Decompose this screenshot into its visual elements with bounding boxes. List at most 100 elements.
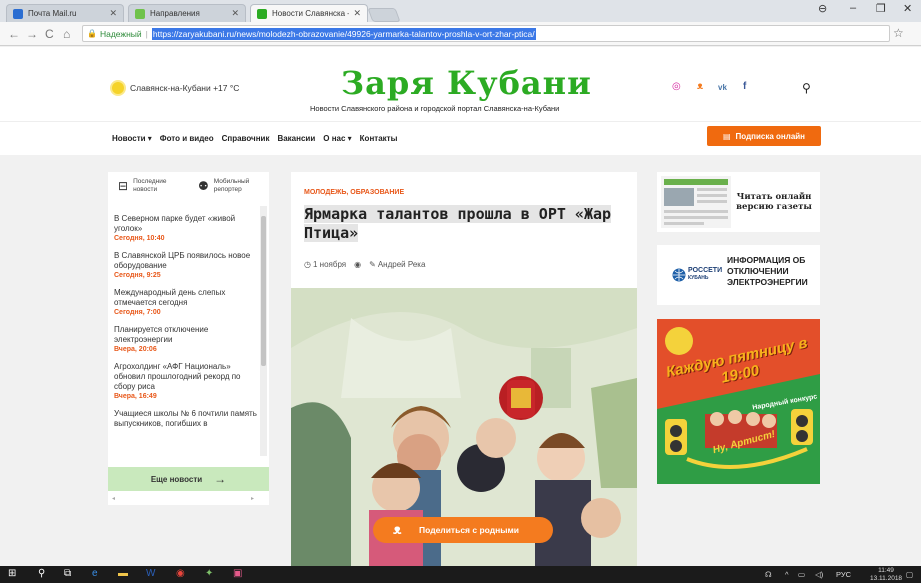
list-item[interactable]: Агрохолдинг «АФГ Националь» обновил прош… xyxy=(114,362,262,400)
odnoklassniki-icon[interactable]: ᴥ xyxy=(697,81,703,92)
tab-mobile-reporter[interactable]: ⚉ Мобильный репортер xyxy=(198,178,259,194)
rosseti-banner[interactable]: РОССЕТИ КУБАНЬ ИНФОРМАЦИЯ ОБ ОТКЛЮЧЕНИИ … xyxy=(657,245,820,305)
site-logo[interactable]: Заря Кубани xyxy=(341,64,592,102)
volume-icon[interactable]: ◁) xyxy=(815,570,823,579)
list-item[interactable]: Учащиеся школы № 6 почтили память выпуск… xyxy=(114,409,262,429)
home-icon[interactable]: ⌂ xyxy=(63,27,70,41)
close-icon[interactable]: ✕ xyxy=(109,8,117,19)
maximize-button[interactable]: ❐ xyxy=(876,2,886,15)
network-icon[interactable]: ▭ xyxy=(798,570,805,579)
share-label: Поделиться с родными xyxy=(419,525,520,535)
forward-icon[interactable]: → xyxy=(26,27,38,41)
list-item[interactable]: Планируется отключение электроэнергии Вче… xyxy=(114,325,262,353)
read-online-banner[interactable]: Читать онлайн версию газеты xyxy=(657,172,820,232)
search-icon[interactable]: ⚲ xyxy=(38,568,45,579)
tab-mail[interactable]: Почта Mail.ru ✕ xyxy=(6,4,124,22)
close-icon[interactable]: ✕ xyxy=(353,8,361,19)
new-tab-button[interactable] xyxy=(367,8,401,22)
url-input[interactable]: 🔒 Надежный | https://zaryakubani.ru/news… xyxy=(82,25,890,42)
contest-banner[interactable]: Каждую пятницу в 19:00 Народный конкурс … xyxy=(657,319,820,484)
rosseti-logo-sub: КУБАНЬ xyxy=(688,275,709,281)
browser-tab-bar: Почта Mail.ru ✕ Направления ✕ Новости Сл… xyxy=(0,0,921,22)
tab-latest-label: Последние новости xyxy=(133,178,167,193)
article: МОЛОДЕЖЬ, ОБРАЗОВАНИЕ Ярмарка талантов п… xyxy=(291,172,637,566)
main-nav: Новости ▾ Фото и видео Справочник Ваканс… xyxy=(112,134,397,143)
news-icon: ⊟ xyxy=(118,179,129,193)
account-icon[interactable]: ⊖ xyxy=(818,2,827,15)
reload-icon[interactable]: C xyxy=(45,27,54,41)
facebook-icon[interactable]: f xyxy=(743,81,746,92)
news-time: Сегодня, 10:40 xyxy=(114,235,165,242)
taskbar: ⊞ ⚲ ⧉ e ▬ W ◉ ✦ ▣ ☊ ^ ▭ ◁) РУС 11:49 13.… xyxy=(0,566,921,583)
news-title[interactable]: В Славянской ЦРБ появилось новое оборудо… xyxy=(114,251,262,271)
file-explorer-icon[interactable]: ▬ xyxy=(118,568,128,579)
clock[interactable]: 11:49 13.11.2018 xyxy=(870,567,902,583)
tab-news[interactable]: Новости Славянска – Р ✕ xyxy=(250,4,368,22)
minimize-button[interactable]: – xyxy=(850,2,856,14)
task-view-icon[interactable]: ⧉ xyxy=(64,568,71,579)
nav-news[interactable]: Новости ▾ xyxy=(112,134,152,143)
nav-contacts[interactable]: Контакты xyxy=(360,134,398,143)
nav-photo-video[interactable]: Фото и видео xyxy=(160,134,214,143)
list-item[interactable]: В Северном парке будет «живой уголок» Сег… xyxy=(114,214,262,242)
arrow-right-icon: → xyxy=(214,472,227,486)
app-icon[interactable]: ✦ xyxy=(205,568,213,579)
media-app-icon[interactable]: ▣ xyxy=(233,568,242,579)
news-title[interactable]: В Северном парке будет «живой уголок» xyxy=(114,214,262,234)
language-indicator[interactable]: РУС xyxy=(836,570,851,579)
clock-icon: ◷ xyxy=(304,260,311,269)
subscribe-button[interactable]: ▤ Подписка онлайн xyxy=(707,126,821,146)
url-text[interactable]: https://zaryakubani.ru/news/molodezh-obr… xyxy=(151,27,536,40)
odnoklassniki-icon: ᴥ xyxy=(393,521,402,537)
clock-time: 11:49 xyxy=(878,567,894,574)
news-title[interactable]: Международный день слепых отмечается сег… xyxy=(114,288,262,308)
more-news-label: Еще новости xyxy=(150,474,203,484)
article-date: 1 ноября xyxy=(312,260,347,269)
nav-directory[interactable]: Справочник xyxy=(222,134,270,143)
tab-directions[interactable]: Направления ✕ xyxy=(128,4,246,22)
news-title[interactable]: Агрохолдинг «АФГ Националь» обновил прош… xyxy=(114,362,262,392)
instagram-icon[interactable]: ◎ xyxy=(672,81,681,92)
horizontal-scrollbar[interactable]: ◂ ▸ xyxy=(112,495,264,502)
mail-favicon-icon xyxy=(13,8,23,19)
views-icon: ◉ xyxy=(354,260,362,269)
reporter-icon: ⚉ xyxy=(198,179,209,193)
directions-favicon-icon xyxy=(135,8,145,19)
people-icon[interactable]: ☊ xyxy=(765,570,772,579)
word-icon[interactable]: W xyxy=(146,568,155,579)
bookmark-star-icon[interactable]: ☆ xyxy=(893,26,904,40)
news-time: Сегодня, 9:25 xyxy=(114,272,161,279)
news-time: Вчера, 16:49 xyxy=(114,393,157,400)
tab-label: Направления xyxy=(150,9,200,18)
vk-icon[interactable]: vk xyxy=(718,83,727,92)
scrollbar-thumb[interactable] xyxy=(261,216,266,366)
notifications-icon[interactable]: ▢ xyxy=(906,570,913,579)
article-author[interactable]: Андрей Река xyxy=(378,260,426,269)
list-item[interactable]: Международный день слепых отмечается сег… xyxy=(114,288,262,316)
nav-about[interactable]: О нас ▾ xyxy=(323,134,351,143)
windows-start-icon[interactable]: ⊞ xyxy=(8,568,16,579)
close-icon[interactable]: ✕ xyxy=(231,8,239,19)
web-page: Славянск-на-Кубани +17 °C Заря Кубани Но… xyxy=(0,47,921,566)
close-window-button[interactable]: ✕ xyxy=(903,2,912,15)
rosseti-globe-icon xyxy=(672,268,686,281)
news-title[interactable]: Учащиеся школы № 6 почтили память выпуск… xyxy=(114,409,262,429)
back-icon[interactable]: ← xyxy=(8,27,20,41)
newspaper-thumbnail xyxy=(661,176,731,228)
tab-latest-news[interactable]: ⊟ Последние новости xyxy=(118,178,178,194)
edge-icon[interactable]: e xyxy=(92,568,98,579)
share-button[interactable]: ᴥ Поделиться с родными xyxy=(373,517,553,543)
secure-label: Надежный xyxy=(99,28,142,39)
divider xyxy=(0,121,921,122)
article-category[interactable]: МОЛОДЕЖЬ, ОБРАЗОВАНИЕ xyxy=(304,189,404,196)
nav-vacancies[interactable]: Вакансии xyxy=(277,134,315,143)
chrome-icon[interactable]: ◉ xyxy=(176,568,185,579)
search-icon[interactable]: ⚲ xyxy=(802,81,811,95)
tray-arrow-icon[interactable]: ^ xyxy=(785,570,789,579)
list-item[interactable]: В Славянской ЦРБ появилось новое оборудо… xyxy=(114,251,262,279)
author-icon: ✎ xyxy=(369,260,376,269)
more-news-button[interactable]: Еще новости → xyxy=(108,467,269,491)
news-title[interactable]: Планируется отключение электроэнергии xyxy=(114,325,262,345)
rosseti-logo: РОССЕТИ КУБАНЬ xyxy=(672,267,722,282)
article-title-text: Ярмарка талантов прошла в ОРТ «Жар Птица… xyxy=(304,205,612,242)
